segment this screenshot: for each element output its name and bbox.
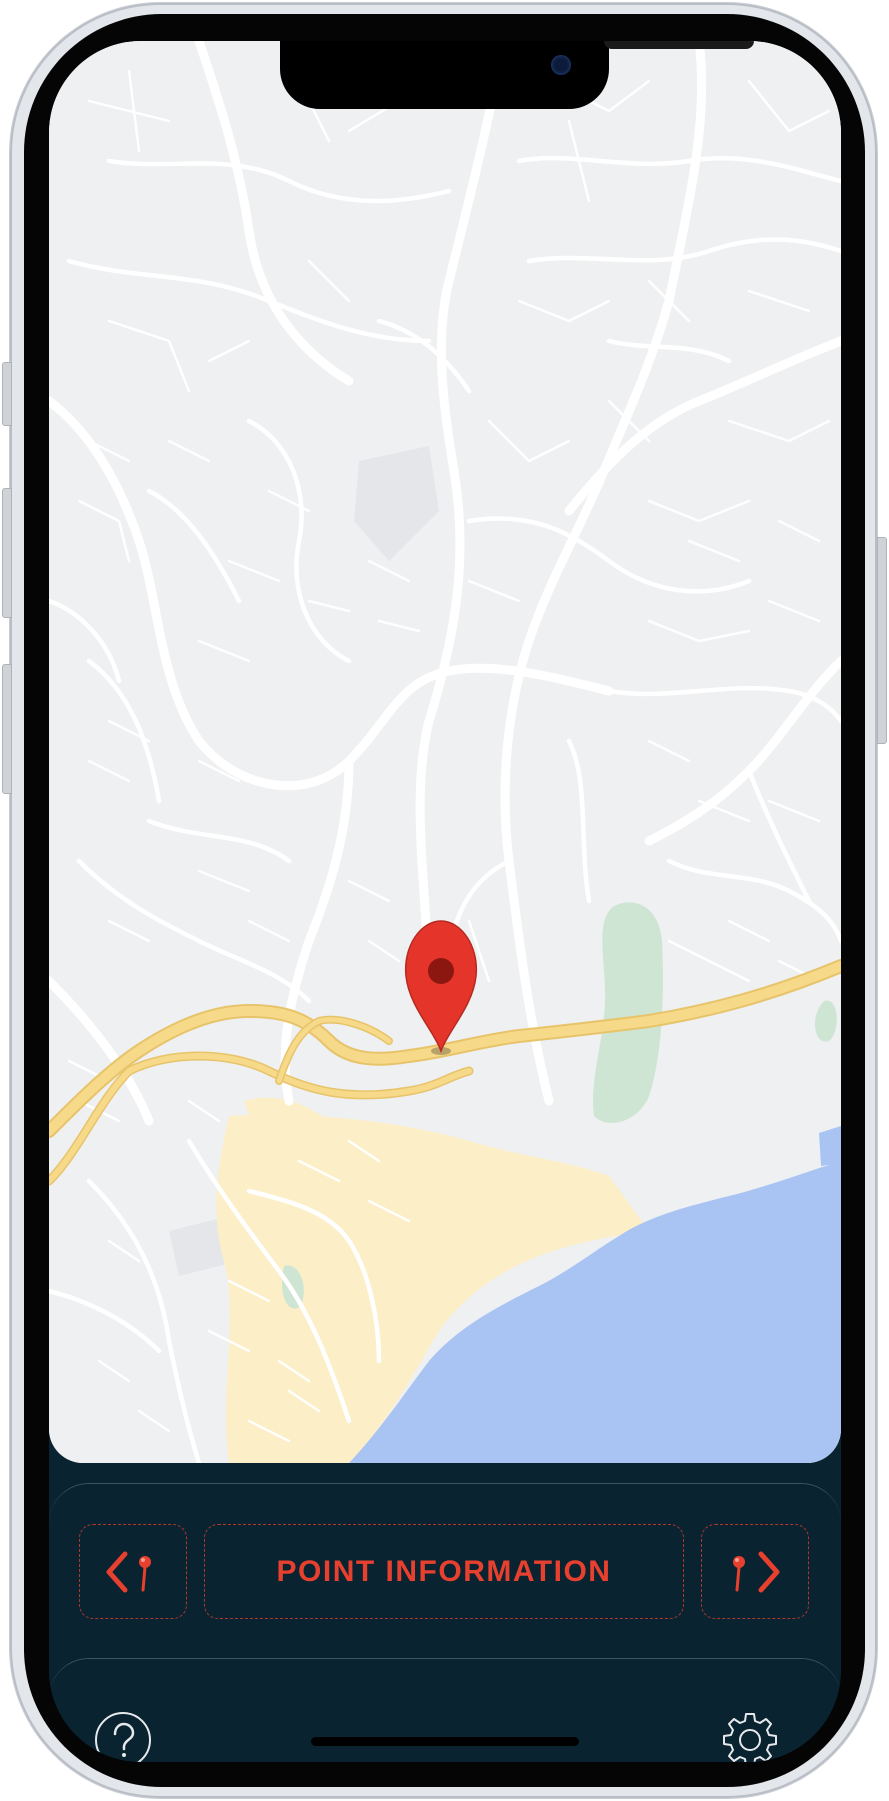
panel-divider: [49, 1483, 841, 1524]
help-icon: [95, 1712, 151, 1762]
power-button: [877, 537, 887, 744]
notch: [280, 41, 754, 109]
panel-divider: [49, 1658, 841, 1699]
gear-icon: [723, 1713, 777, 1762]
front-camera: [551, 55, 571, 75]
point-information-label: POINT INFORMATION: [276, 1554, 612, 1588]
screen: POINT INFORMATION: [49, 41, 841, 1762]
settings-button[interactable]: [720, 1710, 780, 1762]
mute-switch: [2, 362, 12, 426]
map-canvas[interactable]: [49, 41, 841, 1463]
next-point-icon: [733, 1551, 780, 1592]
previous-point-icon: [106, 1551, 151, 1592]
help-button[interactable]: [93, 1710, 153, 1762]
map-view[interactable]: [49, 41, 841, 1463]
previous-point-button[interactable]: [79, 1524, 187, 1619]
home-indicator[interactable]: [311, 1737, 579, 1746]
next-point-button[interactable]: [701, 1524, 809, 1619]
point-information-button[interactable]: POINT INFORMATION: [204, 1524, 684, 1619]
volume-down-button: [2, 664, 12, 794]
control-panel: POINT INFORMATION: [49, 1463, 841, 1762]
volume-up-button: [2, 488, 12, 618]
speaker-grille: [604, 41, 754, 49]
